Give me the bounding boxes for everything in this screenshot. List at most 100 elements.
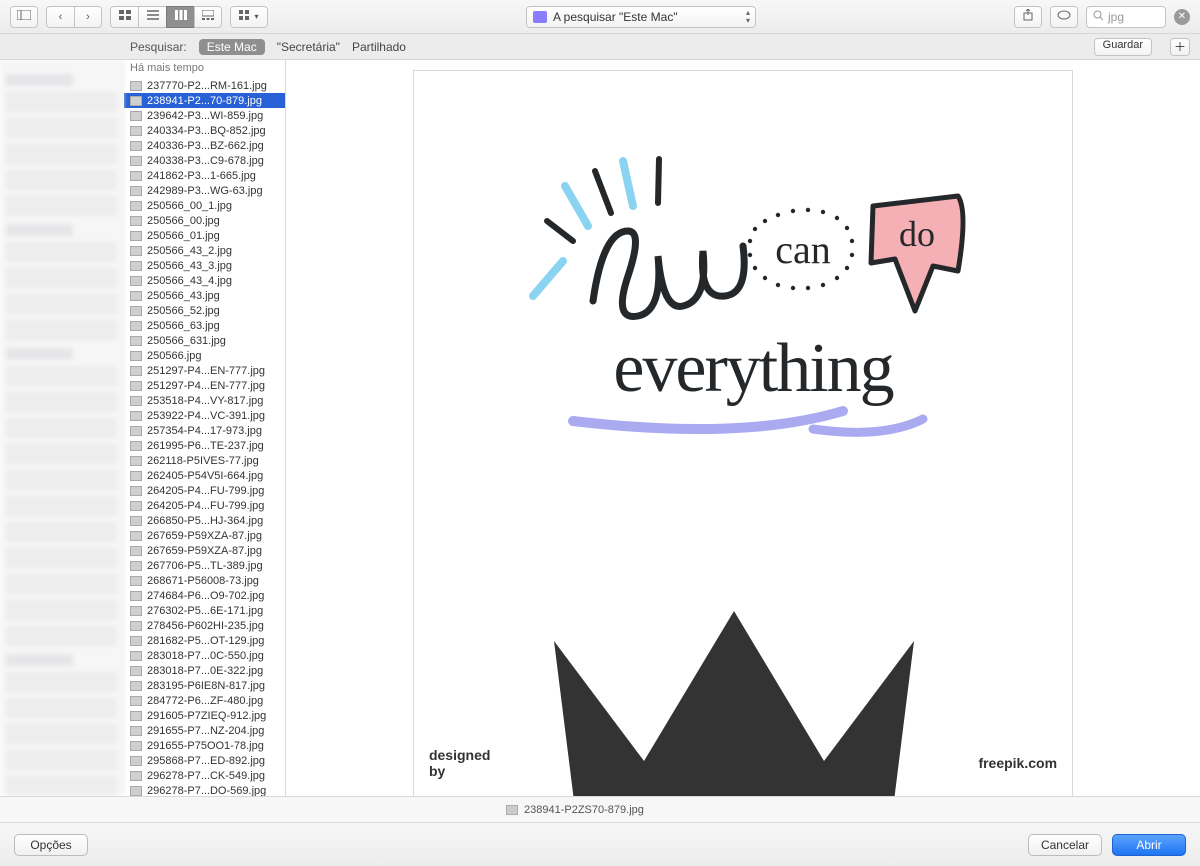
file-thumbnail-icon (130, 126, 142, 136)
view-list-button[interactable] (138, 6, 166, 28)
file-thumbnail-icon (130, 651, 142, 661)
file-name: 251297-P4...EN-777.jpg (147, 380, 265, 392)
file-row[interactable]: 237770-P2...RM-161.jpg (124, 78, 285, 93)
forward-button[interactable]: › (74, 6, 102, 28)
file-row[interactable]: 267659-P59XZA-87.jpg (124, 528, 285, 543)
scope-este-mac[interactable]: Este Mac (199, 39, 265, 55)
file-name: 250566_43_4.jpg (147, 275, 232, 287)
svg-text:can: can (775, 227, 831, 272)
save-search-button[interactable]: Guardar (1094, 38, 1152, 56)
file-row[interactable]: 250566_01.jpg (124, 228, 285, 243)
file-row[interactable]: 251297-P4...EN-777.jpg (124, 378, 285, 393)
file-row[interactable]: 250566_43.jpg (124, 288, 285, 303)
file-row[interactable]: 239642-P3...WI-859.jpg (124, 108, 285, 123)
view-icons-button[interactable] (110, 6, 138, 28)
file-row[interactable]: 240336-P3...BZ-662.jpg (124, 138, 285, 153)
arrange-button[interactable]: ▾ (230, 6, 268, 28)
file-thumbnail-icon (130, 276, 142, 286)
open-button[interactable]: Abrir (1112, 834, 1186, 856)
options-button[interactable]: Opções (14, 834, 88, 856)
file-list-column: Há mais tempo 237770-P2...RM-161.jpg2389… (124, 60, 286, 796)
file-name: 241862-P3...1-665.jpg (147, 170, 256, 182)
file-thumbnail-icon (130, 156, 142, 166)
file-thumbnail-icon (130, 531, 142, 541)
file-row[interactable]: 240338-P3...C9-678.jpg (124, 153, 285, 168)
file-row[interactable]: 250566_52.jpg (124, 303, 285, 318)
file-row[interactable]: 250566_631.jpg (124, 333, 285, 348)
file-row[interactable]: 250566.jpg (124, 348, 285, 363)
view-gallery-button[interactable] (194, 6, 222, 28)
view-columns-button[interactable] (166, 6, 194, 28)
file-row[interactable]: 283018-P7...0E-322.jpg (124, 663, 285, 678)
file-row[interactable]: 264205-P4...FU-799.jpg (124, 483, 285, 498)
scope-partilhado[interactable]: Partilhado (352, 40, 406, 54)
view-mode-buttons (110, 6, 222, 28)
file-row[interactable]: 250566_00_1.jpg (124, 198, 285, 213)
file-row[interactable]: 291655-P75OO1-78.jpg (124, 738, 285, 753)
file-row[interactable]: 268671-P56008-73.jpg (124, 573, 285, 588)
file-row[interactable]: 250566_43_4.jpg (124, 273, 285, 288)
file-row[interactable]: 291655-P7...NZ-204.jpg (124, 723, 285, 738)
file-row[interactable]: 250566_00.jpg (124, 213, 285, 228)
file-name: 264205-P4...FU-799.jpg (147, 500, 264, 512)
tags-button[interactable] (1050, 6, 1078, 28)
file-row[interactable]: 251297-P4...EN-777.jpg (124, 363, 285, 378)
path-popup[interactable]: A pesquisar "Este Mac" ▴▾ (526, 6, 756, 28)
add-criteria-button[interactable]: ＋ (1170, 38, 1190, 56)
file-row[interactable]: 283195-P6IE8N-817.jpg (124, 678, 285, 693)
preview-image: can do everything designed by freepik.co… (413, 70, 1073, 796)
file-thumbnail-icon (130, 561, 142, 571)
freepik-label: freepik.com (978, 755, 1057, 771)
file-row[interactable]: 281682-P5...OT-129.jpg (124, 633, 285, 648)
file-row[interactable]: 242989-P3...WG-63.jpg (124, 183, 285, 198)
file-row[interactable]: 250566_43_2.jpg (124, 243, 285, 258)
file-row[interactable]: 278456-P602HI-235.jpg (124, 618, 285, 633)
file-row[interactable]: 267659-P59XZA-87.jpg (124, 543, 285, 558)
file-name: 238941-P2...70-879.jpg (147, 95, 262, 107)
file-row[interactable]: 250566_43_3.jpg (124, 258, 285, 273)
file-thumbnail-icon (130, 591, 142, 601)
file-row[interactable]: 261995-P6...TE-237.jpg (124, 438, 285, 453)
file-row[interactable]: 262118-P5IVES-77.jpg (124, 453, 285, 468)
file-row[interactable]: 296278-P7...CK-549.jpg (124, 768, 285, 783)
file-thumbnail-icon (130, 291, 142, 301)
file-row[interactable]: 257354-P4...17-973.jpg (124, 423, 285, 438)
file-row[interactable]: 274684-P6...O9-702.jpg (124, 588, 285, 603)
file-row[interactable]: 291605-P7ZIEQ-912.jpg (124, 708, 285, 723)
file-name: 284772-P6...ZF-480.jpg (147, 695, 263, 707)
clear-search-button[interactable]: ✕ (1174, 9, 1190, 25)
file-name: 296278-P7...DO-569.jpg (147, 785, 266, 797)
file-row[interactable]: 238941-P2...70-879.jpg (124, 93, 285, 108)
file-row[interactable]: 283018-P7...0C-550.jpg (124, 648, 285, 663)
file-name: 251297-P4...EN-777.jpg (147, 365, 265, 377)
file-row[interactable]: 264205-P4...FU-799.jpg (124, 498, 285, 513)
file-thumbnail-icon (130, 456, 142, 466)
search-input[interactable]: jpg (1086, 6, 1166, 28)
scope-secretaria[interactable]: "Secretária" (277, 40, 340, 54)
sidebar-toggle-button[interactable] (10, 6, 38, 28)
share-icon (1022, 9, 1034, 24)
file-row[interactable]: 295868-P7...ED-892.jpg (124, 753, 285, 768)
cancel-button[interactable]: Cancelar (1028, 834, 1102, 856)
file-row[interactable]: 267706-P5...TL-389.jpg (124, 558, 285, 573)
file-row[interactable]: 240334-P3...BQ-852.jpg (124, 123, 285, 138)
file-name: 250566_52.jpg (147, 305, 220, 317)
file-name: 250566_00_1.jpg (147, 200, 232, 212)
file-row[interactable]: 241862-P3...1-665.jpg (124, 168, 285, 183)
file-row[interactable]: 250566_63.jpg (124, 318, 285, 333)
file-thumbnail-icon (130, 576, 142, 586)
share-button[interactable] (1014, 6, 1042, 28)
file-row[interactable]: 296278-P7...DO-569.jpg (124, 783, 285, 796)
file-list[interactable]: 237770-P2...RM-161.jpg 238941-P2...70-879… (124, 78, 285, 796)
back-button[interactable]: ‹ (46, 6, 74, 28)
designed-by-label: designed by (429, 747, 490, 779)
file-row[interactable]: 262405-P54V5I-664.jpg (124, 468, 285, 483)
file-row[interactable]: 276302-P5...6E-171.jpg (124, 603, 285, 618)
file-row[interactable]: 253922-P4...VC-391.jpg (124, 408, 285, 423)
file-row[interactable]: 266850-P5...HJ-364.jpg (124, 513, 285, 528)
file-row[interactable]: 253518-P4...VY-817.jpg (124, 393, 285, 408)
path-crumb[interactable]: 238941-P2ZS70-879.jpg (524, 804, 644, 816)
file-row[interactable]: 284772-P6...ZF-480.jpg (124, 693, 285, 708)
file-thumbnail-icon (130, 741, 142, 751)
file-name: 253518-P4...VY-817.jpg (147, 395, 263, 407)
